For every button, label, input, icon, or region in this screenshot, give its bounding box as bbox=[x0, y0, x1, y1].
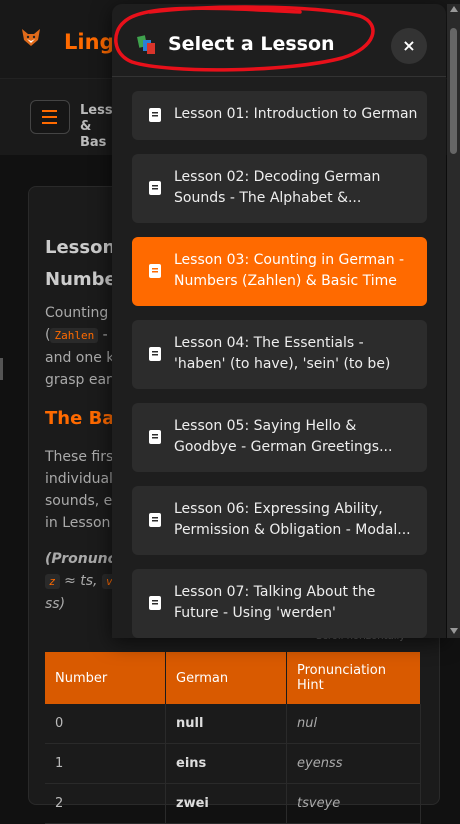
book-icon bbox=[149, 347, 161, 361]
lesson-item-03[interactable]: Lesson 03: Counting in German - Numbers … bbox=[132, 237, 427, 306]
book-icon bbox=[149, 513, 161, 527]
close-icon: × bbox=[402, 36, 416, 55]
scroll-thumb[interactable] bbox=[450, 28, 457, 154]
scroll-down-arrow-icon[interactable] bbox=[450, 628, 458, 634]
side-handle[interactable] bbox=[0, 358, 3, 380]
table-header: Number bbox=[45, 652, 166, 704]
lesson-menu-button[interactable] bbox=[30, 100, 70, 134]
lesson-label: Lesson 01: Introduction to German bbox=[174, 106, 418, 122]
brand-name[interactable]: Ling bbox=[64, 30, 115, 54]
lesson-label: Lesson 05: Saying Hello & Goodbye - Germ… bbox=[174, 418, 393, 455]
book-icon bbox=[149, 181, 161, 195]
lesson-item-01[interactable]: Lesson 01: Introduction to German bbox=[132, 91, 427, 140]
lesson-label: Lesson 03: Counting in German - Numbers … bbox=[174, 252, 405, 289]
table-header: German bbox=[165, 652, 287, 704]
lesson-list: Lesson 01: Introduction to German Lesson… bbox=[132, 91, 427, 638]
numbers-table: Number German Pronunciation Hint 0 null … bbox=[45, 652, 421, 824]
lesson-item-04[interactable]: Lesson 04: The Essentials - 'haben' (to … bbox=[132, 320, 427, 389]
table-header: Pronunciation Hint bbox=[286, 652, 421, 704]
lesson-selector-panel: Select a Lesson × Lesson 01: Introductio… bbox=[112, 4, 446, 638]
code-term: Zahlen bbox=[50, 328, 99, 343]
lesson-item-05[interactable]: Lesson 05: Saying Hello & Goodbye - Germ… bbox=[132, 403, 427, 472]
book-icon bbox=[149, 108, 161, 122]
table-row: 0 null nul bbox=[45, 704, 421, 744]
table-row: 1 eins eyenss bbox=[45, 743, 421, 784]
panel-title: Select a Lesson bbox=[168, 33, 335, 55]
close-button[interactable]: × bbox=[391, 28, 427, 64]
lesson-label: Lesson 02: Decoding German Sounds - The … bbox=[174, 169, 381, 206]
lesson-label: Lesson 06: Expressing Ability, Permissio… bbox=[174, 501, 411, 538]
lesson-item-07[interactable]: Lesson 07: Talking About the Future - Us… bbox=[132, 569, 427, 638]
books-icon bbox=[137, 35, 155, 54]
panel-header: Select a Lesson × bbox=[112, 4, 446, 77]
lesson-label: Lesson 04: The Essentials - 'haben' (to … bbox=[174, 335, 391, 372]
book-icon bbox=[149, 264, 161, 278]
book-icon bbox=[149, 430, 161, 444]
fox-logo-icon bbox=[22, 29, 40, 46]
book-icon bbox=[149, 596, 161, 610]
lesson-label: Lesson 07: Talking About the Future - Us… bbox=[174, 584, 376, 621]
panel-scrollbar[interactable] bbox=[447, 4, 460, 638]
lesson-item-06[interactable]: Lesson 06: Expressing Ability, Permissio… bbox=[132, 486, 427, 555]
scroll-up-arrow-icon[interactable] bbox=[450, 6, 458, 12]
lesson-item-02[interactable]: Lesson 02: Decoding German Sounds - The … bbox=[132, 154, 427, 223]
table-row: 2 zwei tsveye bbox=[45, 783, 421, 824]
